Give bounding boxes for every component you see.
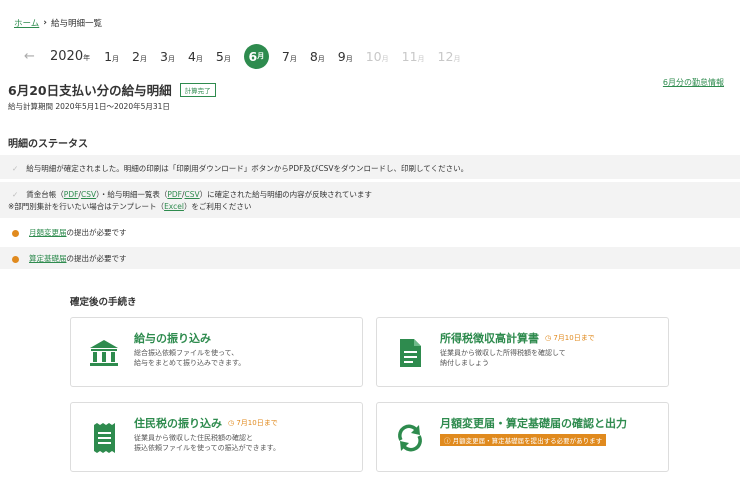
ledger-pdf-link[interactable]: PDF	[64, 190, 79, 199]
year-label: 2020年	[50, 48, 91, 64]
status-badge: 計算完了	[179, 82, 216, 97]
page-title: 6月20日支払い分の給与明細 計算完了	[8, 80, 216, 99]
month-10: 10 月	[365, 48, 389, 64]
month-5[interactable]: 5月	[216, 49, 231, 64]
payroll-period: 給与計算期間 2020年5月1日～2020年5月31日	[8, 102, 170, 111]
breadcrumb: ホーム › 給与明細一覧	[14, 17, 102, 29]
page-title-text: 6月20日支払い分の給与明細	[8, 83, 172, 98]
income-tax-card[interactable]: 所得税徴収高計算書 ◷ 7月10日まで 従業員から徴収した所得税額を確認して 納付し…	[376, 317, 669, 387]
status-row-calculation-basis: 算定基礎届の提出が必要です	[0, 247, 740, 269]
status-row-ledger: ✓ 賃金台帳（PDF/CSV）・給与明細一覧表（PDF/CSV）に確定された給与明…	[0, 182, 740, 218]
list-pdf-link[interactable]: PDF	[167, 190, 182, 199]
due-date: ◷ 7月10日まで	[228, 419, 278, 427]
card-title: 住民税の振り込み ◷ 7月10日まで	[134, 417, 278, 430]
attendance-link[interactable]: 6月分の勤怠情報	[663, 77, 724, 88]
warning-icon	[12, 255, 19, 263]
breadcrumb-home-link[interactable]: ホーム	[14, 17, 39, 29]
breadcrumb-current: 給与明細一覧	[50, 19, 102, 29]
back-arrow-icon[interactable]: ←	[24, 49, 50, 64]
warning-icon	[12, 229, 19, 237]
status-row-confirmed: ✓ 給与明細が確定されました。明細の印刷は「印刷用ダウンロード」ボタンからPDF及…	[0, 155, 740, 179]
month-11: 11 月	[401, 48, 425, 64]
ledger-csv-link[interactable]: CSV	[81, 190, 96, 199]
breadcrumb-separator-icon: ›	[43, 18, 47, 28]
month-2[interactable]: 2月	[132, 49, 147, 64]
check-icon: ✓	[12, 164, 19, 173]
monthly-change-link[interactable]: 月額変更届	[29, 228, 67, 237]
social-insurance-card[interactable]: 月額変更届・算定基礎届の確認と出力 ⓘ 月額変更届・算定基礎届を提出する必要があ…	[376, 402, 669, 472]
month-selector: ← 2020年 1月 2月 3月 4月 5月 6月 7月 8月 9月 10 月 1…	[24, 42, 473, 70]
status-row-monthly-change: 月額変更届の提出が必要です	[0, 222, 740, 242]
month-4[interactable]: 4月	[188, 49, 203, 64]
refresh-icon	[398, 424, 422, 452]
card-description: 従業員から徴収した所得税額を確認して 納付しましょう	[440, 349, 566, 367]
card-description: 総合振込依頼ファイルを使って、 給与をまとめて振り込みできます。	[134, 349, 246, 367]
bank-icon	[90, 340, 118, 366]
alert-tag: ⓘ 月額変更届・算定基礎届を提出する必要があります	[440, 434, 607, 446]
template-excel-link[interactable]: Excel	[164, 202, 184, 211]
check-icon: ✓	[12, 190, 19, 199]
card-title: 給与の振り込み	[134, 332, 211, 345]
month-7[interactable]: 7月	[282, 49, 297, 64]
procedures-heading: 確定後の手続き	[70, 297, 137, 308]
month-3[interactable]: 3月	[160, 49, 175, 64]
calculation-basis-link[interactable]: 算定基礎届	[29, 254, 67, 263]
due-date: ◷ 7月10日まで	[545, 334, 595, 342]
month-8[interactable]: 8月	[310, 49, 325, 64]
document-icon	[400, 339, 421, 367]
salary-transfer-card[interactable]: 給与の振り込み 総合振込依頼ファイルを使って、 給与をまとめて振り込みできます。	[70, 317, 363, 387]
receipt-icon	[94, 423, 115, 453]
list-csv-link[interactable]: CSV	[185, 190, 200, 199]
resident-tax-card[interactable]: 住民税の振り込み ◷ 7月10日まで 従業員から徴収した住民税額の確認と 振込依頼フ…	[70, 402, 363, 472]
month-9[interactable]: 9月	[338, 49, 353, 64]
month-6-selected[interactable]: 6月	[243, 43, 269, 69]
card-title: 月額変更届・算定基礎届の確認と出力	[440, 417, 627, 430]
status-heading: 明細のステータス	[8, 139, 88, 150]
card-description: 従業員から徴収した住民税額の確認と 振込依頼ファイルを使っての振込ができます。	[134, 434, 280, 452]
card-title: 所得税徴収高計算書 ◷ 7月10日まで	[440, 332, 595, 345]
month-1[interactable]: 1月	[104, 49, 119, 64]
month-12: 12 月	[437, 48, 461, 64]
